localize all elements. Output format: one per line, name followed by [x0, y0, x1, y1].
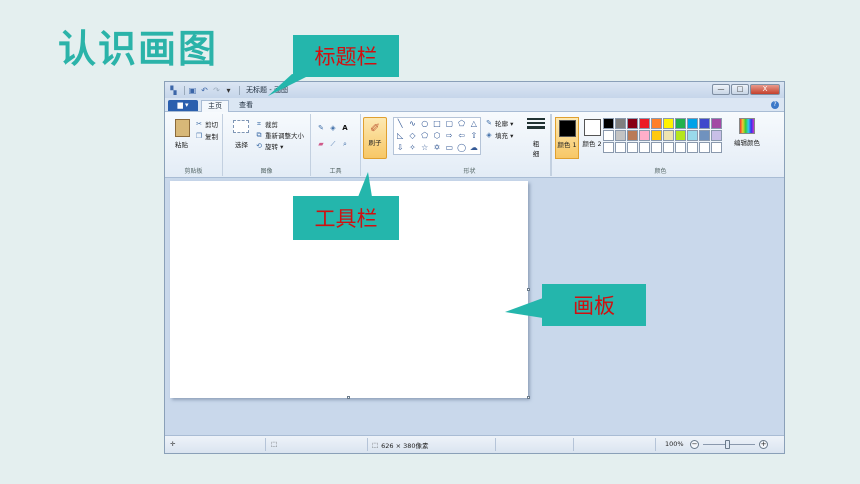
toolbar-callout: 工具栏 — [293, 196, 399, 240]
titlebar-callout: 标题栏 — [293, 35, 399, 77]
toolbar-pointer — [358, 172, 372, 197]
canvas-callout: 画板 — [542, 284, 646, 326]
callout-pointers — [268, 74, 543, 318]
canvas-pointer — [505, 298, 543, 318]
titlebar-pointer — [268, 74, 308, 96]
